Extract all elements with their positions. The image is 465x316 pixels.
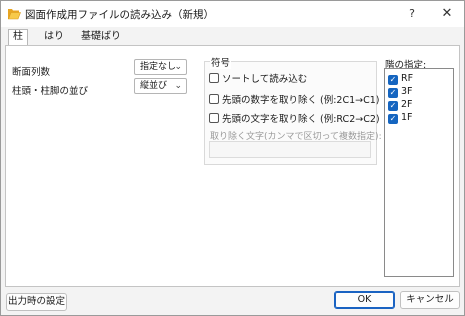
sort-checkbox-row[interactable]: ソートして読み込む: [209, 71, 308, 85]
chevron-down-icon: ⌄: [174, 62, 182, 72]
window-title: 図面作成用ファイルの読み込み（新規）: [25, 9, 214, 21]
tab-beam[interactable]: はり: [40, 30, 68, 45]
layer-item-rf[interactable]: ✓ RF: [388, 73, 413, 85]
remove-leading-digits-label: 先頭の数字を取り除く (例:2C1→C1): [222, 95, 380, 106]
tab-column[interactable]: 柱: [8, 29, 28, 46]
dialog-window: 図面作成用ファイルの読み込み（新規） ? ✕ 柱 はり 基礎ばり 断面列数 指定…: [0, 0, 465, 316]
order-value: 縦並び: [140, 81, 168, 91]
remove-chars-input[interactable]: [209, 141, 371, 158]
folder-open-icon: [8, 9, 21, 20]
remove-leading-digits-row[interactable]: 先頭の数字を取り除く (例:2C1→C1): [209, 92, 380, 106]
sort-label: ソートして読み込む: [222, 74, 308, 85]
remove-leading-digits-checkbox[interactable]: [209, 94, 219, 104]
section-count-label: 断面列数: [12, 67, 51, 78]
title-bar: 図面作成用ファイルの読み込み（新規） ? ✕: [1, 1, 464, 27]
order-label: 柱頭・柱脚の並び: [12, 86, 89, 97]
layer-list[interactable]: ✓ RF ✓ 3F ✓ 2F ✓ 1F: [384, 68, 454, 277]
help-button[interactable]: ?: [405, 6, 419, 22]
checkmark-icon[interactable]: ✓: [388, 101, 398, 111]
order-select[interactable]: 縦並び ⌄: [134, 78, 187, 94]
cancel-button[interactable]: キャンセル: [400, 291, 460, 309]
layer-item-label: 2F: [401, 99, 413, 110]
checkmark-icon[interactable]: ✓: [388, 114, 398, 124]
ok-button[interactable]: OK: [334, 291, 395, 309]
remove-leading-chars-row[interactable]: 先頭の文字を取り除く (例:RC2→C2): [209, 111, 380, 125]
chevron-down-icon: ⌄: [174, 81, 182, 91]
close-button[interactable]: ✕: [440, 6, 454, 22]
layer-item-label: 1F: [401, 112, 413, 123]
tab-foundation-beam[interactable]: 基礎ばり: [77, 30, 125, 45]
section-count-value: 指定なし: [140, 62, 177, 72]
section-count-select[interactable]: 指定なし ⌄: [134, 59, 187, 75]
layer-item-label: 3F: [401, 86, 413, 97]
remove-leading-chars-checkbox[interactable]: [209, 113, 219, 123]
output-settings-button[interactable]: 出力時の設定: [6, 293, 67, 311]
checkmark-icon[interactable]: ✓: [388, 88, 398, 98]
sort-checkbox[interactable]: [209, 73, 219, 83]
layer-item-3f[interactable]: ✓ 3F: [388, 86, 413, 98]
layer-item-1f[interactable]: ✓ 1F: [388, 112, 413, 124]
layer-item-2f[interactable]: ✓ 2F: [388, 99, 413, 111]
symbol-group-title: 符号: [210, 55, 232, 69]
checkmark-icon[interactable]: ✓: [388, 75, 398, 85]
remove-leading-chars-label: 先頭の文字を取り除く (例:RC2→C2): [222, 114, 380, 125]
layer-item-label: RF: [401, 73, 414, 84]
